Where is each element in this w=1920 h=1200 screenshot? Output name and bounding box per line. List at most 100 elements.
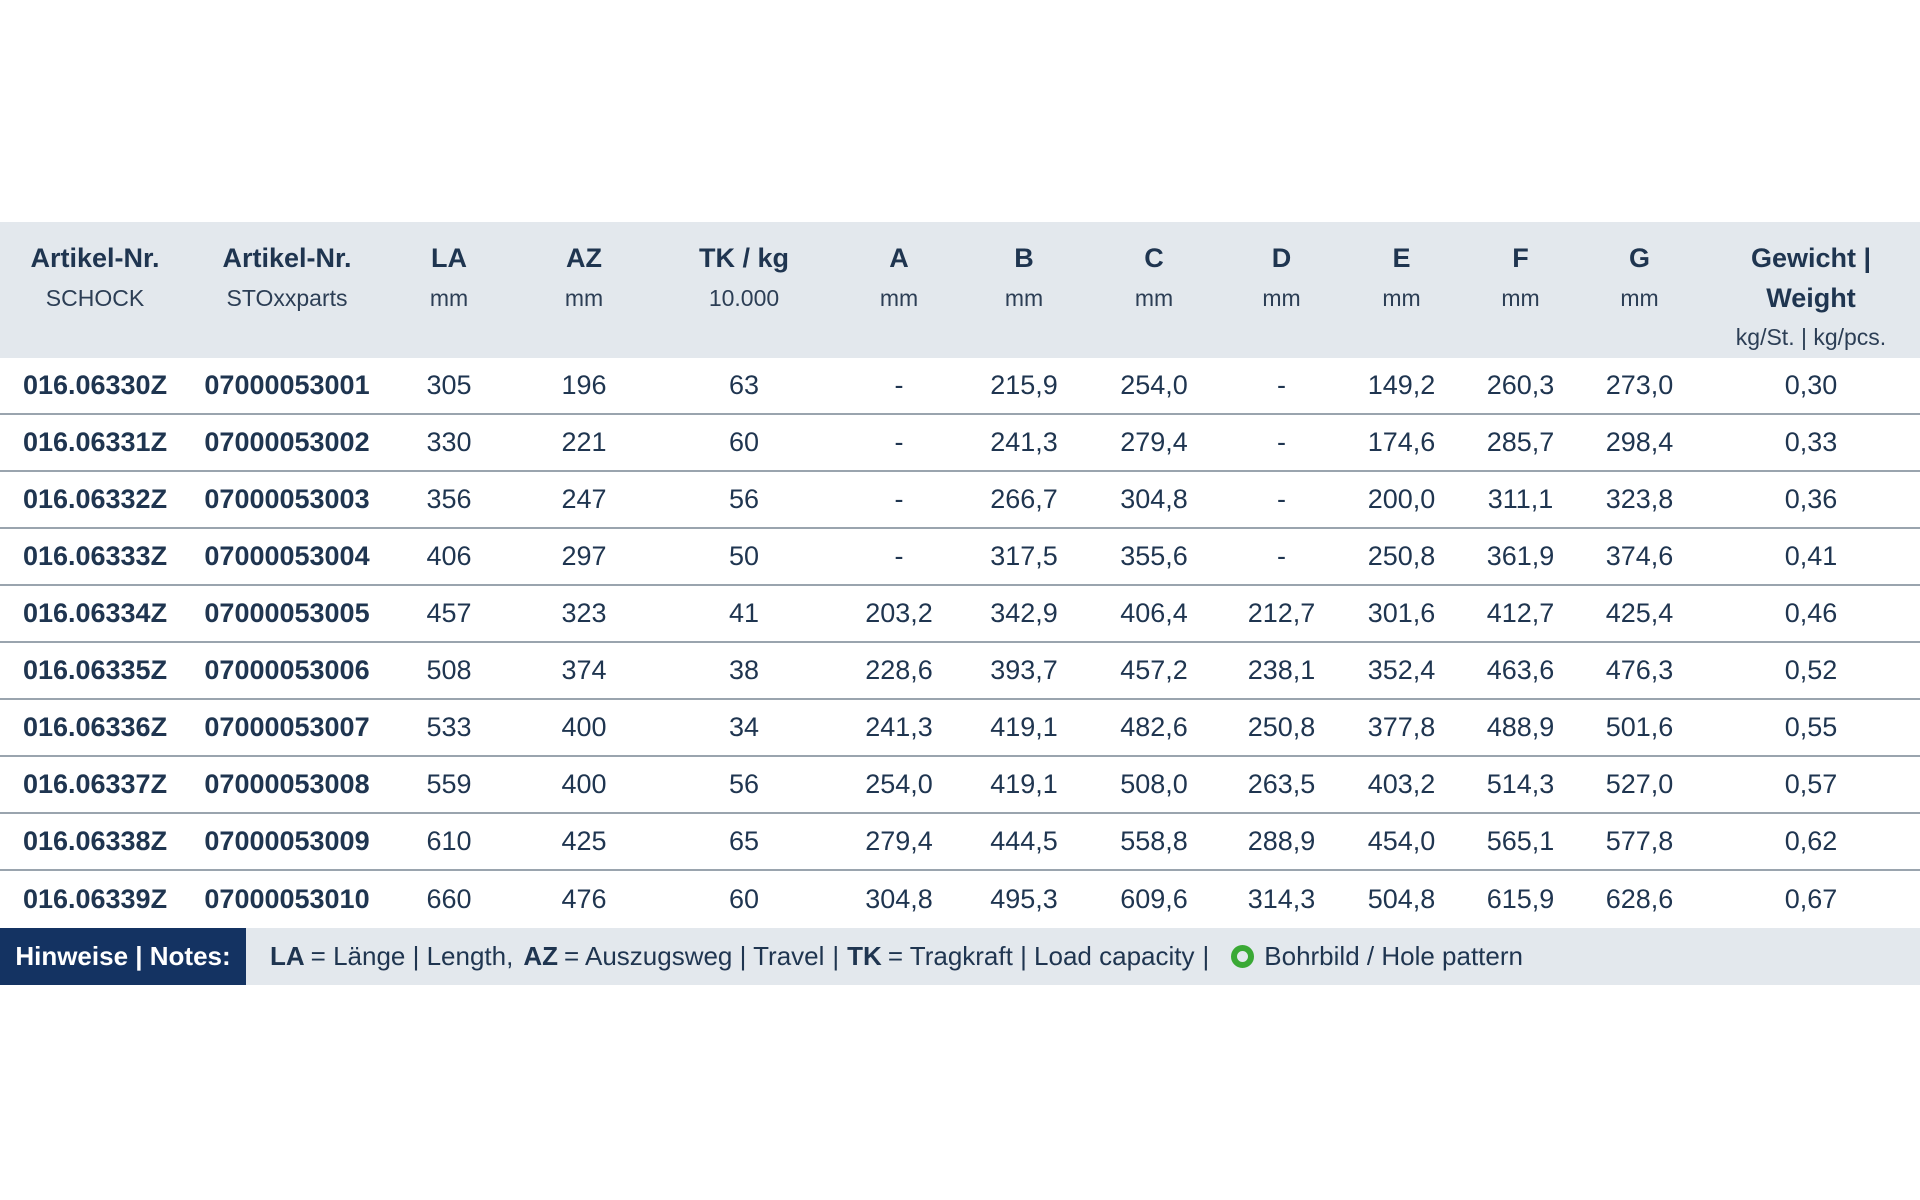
note-tk-key: TK (847, 941, 882, 971)
col-subtitle: mm (1262, 285, 1301, 311)
cell-b: 393,7 (990, 655, 1058, 685)
cell-d: 314,3 (1247, 884, 1316, 914)
cell-weight: 0,36 (1784, 484, 1838, 514)
table-row: 016.06334Z 07000053005 457 323 41 203,2 342,9 4… (0, 586, 1920, 643)
cell-g: 425,4 (1605, 598, 1674, 628)
cell-a: - (894, 370, 904, 400)
col-header-schock: Artikel-Nr. SCHOCK (0, 238, 190, 318)
col-title: Artikel-Nr. (222, 243, 352, 273)
cell-c: 609,6 (1120, 884, 1188, 914)
col-subtitle: STOxxparts (226, 285, 348, 311)
cell-f: 285,7 (1486, 427, 1555, 457)
col-subtitle: mm (1382, 285, 1421, 311)
cell-la: 457 (426, 598, 472, 628)
cell-stoxxparts-nr: 07000053006 (204, 655, 370, 685)
green-ring-icon (1231, 945, 1255, 968)
table-row: 016.06331Z 07000053002 330 221 60 - 241,3 279,4… (0, 415, 1920, 472)
cell-tk: 63 (728, 370, 760, 400)
cell-a: - (894, 427, 904, 457)
cell-a: 304,8 (865, 884, 933, 914)
table-body: 016.06330Z 07000053001 305 196 63 - 215,9 254,0… (0, 358, 1920, 928)
cell-c: 304,8 (1120, 484, 1188, 514)
cell-c: 279,4 (1120, 427, 1188, 457)
cell-schock-nr: 016.06333Z (22, 541, 168, 571)
cell-f: 311,1 (1487, 484, 1554, 514)
col-subtitle: SCHOCK (45, 285, 145, 311)
cell-az: 297 (561, 541, 607, 571)
cell-schock-nr: 016.06335Z (22, 655, 168, 685)
cell-a: 279,4 (865, 826, 933, 856)
col-title: G (1628, 243, 1650, 273)
cell-d: - (1277, 484, 1286, 514)
cell-la: 356 (426, 484, 472, 514)
col-title-line2: Weight (1766, 283, 1856, 313)
cell-f: 565,1 (1486, 826, 1555, 856)
cell-la: 533 (426, 712, 472, 742)
cell-a: 254,0 (865, 769, 933, 799)
cell-e: 149,2 (1367, 370, 1436, 400)
col-subtitle: kg/St. | kg/pcs. (1735, 324, 1887, 350)
col-subtitle: mm (564, 285, 604, 311)
cell-g: 374,6 (1605, 541, 1674, 571)
cell-a: - (894, 484, 904, 514)
cell-f: 514,3 (1486, 769, 1555, 799)
col-title: B (1014, 243, 1034, 273)
cell-schock-nr: 016.06334Z (22, 598, 168, 628)
cell-az: 400 (561, 769, 607, 799)
notes-bar: Hinweise | Notes: LA = Länge | Length, A… (0, 928, 1920, 985)
cell-d: 212,7 (1247, 598, 1316, 628)
table-row: 016.06332Z 07000053003 356 247 56 - 266,7 304,8… (0, 472, 1920, 529)
cell-la: 330 (426, 427, 472, 457)
cell-g: 501,6 (1605, 712, 1674, 742)
cell-b: 495,3 (990, 884, 1058, 914)
cell-la: 406 (426, 541, 472, 571)
col-subtitle: mm (1004, 285, 1044, 311)
cell-schock-nr: 016.06336Z (22, 712, 168, 742)
cell-g: 527,0 (1605, 769, 1674, 799)
cell-weight: 0,67 (1784, 884, 1838, 914)
cell-b: 444,5 (990, 826, 1058, 856)
cell-la: 305 (426, 370, 472, 400)
col-subtitle: 10.000 (708, 285, 780, 311)
cell-c: 355,6 (1120, 541, 1188, 571)
col-subtitle: mm (1501, 285, 1540, 311)
note-la-text: = Länge | Length, (310, 941, 514, 971)
table-header: Artikel-Nr. SCHOCK Artikel-Nr. STOxxpart… (0, 222, 1920, 358)
note-az-key: AZ (523, 941, 558, 971)
cell-c: 254,0 (1120, 370, 1188, 400)
table-row: 016.06337Z 07000053008 559 400 56 254,0 419,1 5… (0, 757, 1920, 814)
table-row: 016.06338Z 07000053009 610 425 65 279,4 444,5 5… (0, 814, 1920, 871)
note-la-key: LA (270, 941, 305, 971)
cell-b: 241,3 (990, 427, 1058, 457)
cell-stoxxparts-nr: 07000053005 (204, 598, 370, 628)
cell-g: 273,0 (1605, 370, 1674, 400)
cell-f: 260,3 (1486, 370, 1555, 400)
cell-az: 476 (561, 884, 607, 914)
cell-c: 482,6 (1120, 712, 1188, 742)
cell-az: 196 (561, 370, 607, 400)
cell-weight: 0,57 (1784, 769, 1838, 799)
cell-d: 263,5 (1247, 769, 1316, 799)
cell-stoxxparts-nr: 07000053010 (204, 884, 370, 914)
col-header-e: E mm (1339, 238, 1464, 318)
cell-schock-nr: 016.06332Z (22, 484, 168, 514)
cell-schock-nr: 016.06330Z (22, 370, 168, 400)
cell-c: 558,8 (1120, 826, 1188, 856)
cell-az: 221 (561, 427, 607, 457)
note-az-text: = Auszugsweg | Travel (564, 941, 825, 971)
col-subtitle: mm (1134, 285, 1174, 311)
col-title: C (1144, 243, 1164, 273)
col-header-a: A mm (834, 238, 964, 318)
cell-f: 412,7 (1486, 598, 1555, 628)
cell-g: 298,4 (1605, 427, 1674, 457)
cell-schock-nr: 016.06339Z (22, 884, 168, 914)
cell-f: 361,9 (1486, 541, 1555, 571)
cell-la: 508 (426, 655, 472, 685)
cell-g: 577,8 (1605, 826, 1674, 856)
cell-az: 400 (561, 712, 607, 742)
cell-b: 266,7 (990, 484, 1058, 514)
cell-tk: 65 (728, 826, 760, 856)
cell-d: - (1277, 541, 1286, 571)
col-subtitle: mm (1620, 285, 1659, 311)
cell-e: 174,6 (1367, 427, 1436, 457)
